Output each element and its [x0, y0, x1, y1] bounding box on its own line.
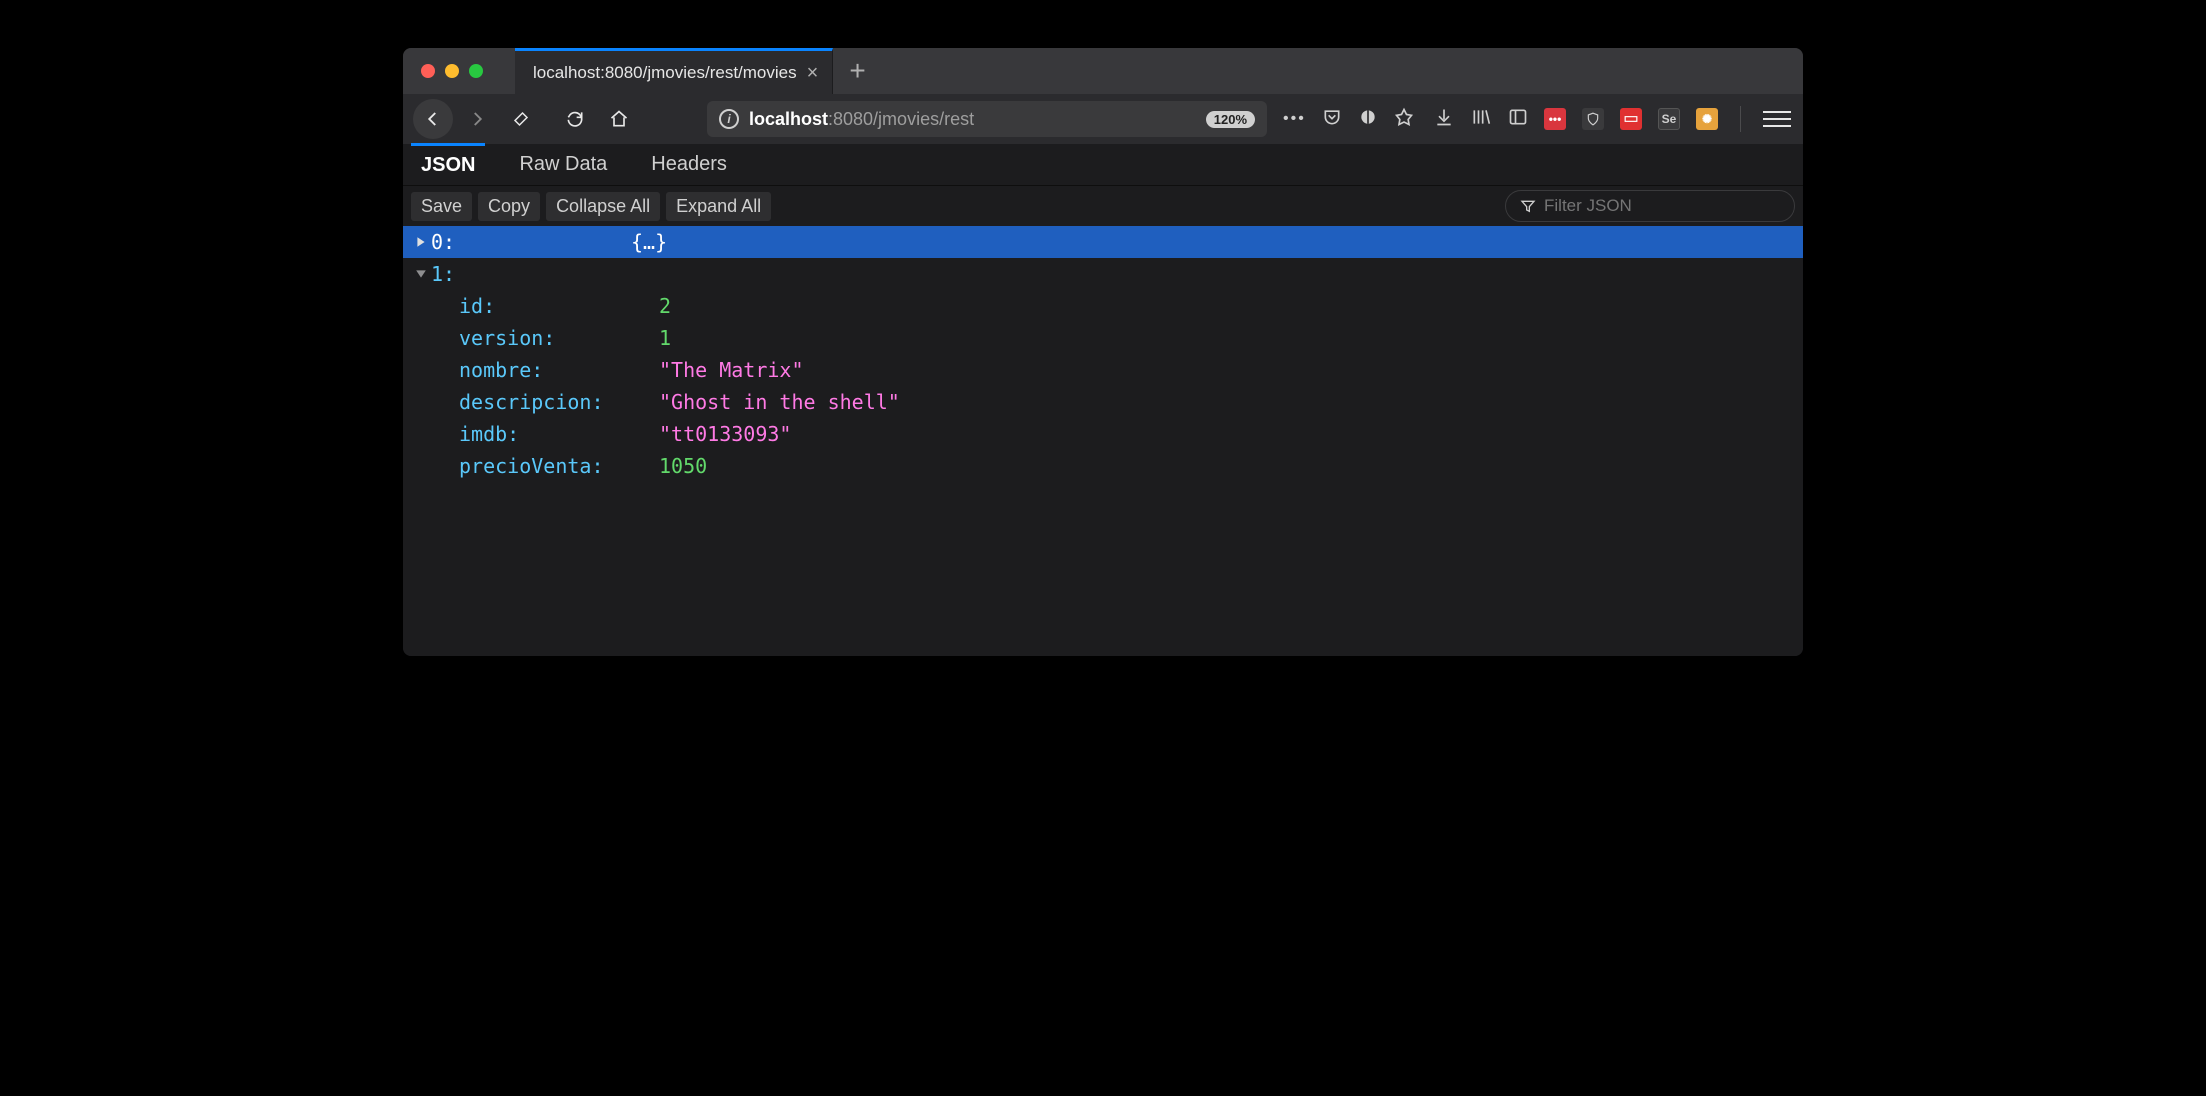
sidebar-icon[interactable] — [1508, 107, 1528, 132]
zoom-badge[interactable]: 120% — [1206, 111, 1255, 128]
json-field-descripcion[interactable]: descripcion: "Ghost in the shell" — [403, 386, 1803, 418]
extension-settings-icon[interactable]: ✺ — [1696, 108, 1718, 130]
downloads-icon[interactable] — [1434, 107, 1454, 132]
save-button[interactable]: Save — [411, 192, 472, 221]
json-field-id[interactable]: id: 2 — [403, 290, 1803, 322]
devtools-button[interactable] — [501, 99, 541, 139]
json-key: imdb: — [459, 418, 659, 450]
json-key: descripcion: — [459, 386, 659, 418]
reload-button[interactable] — [555, 99, 595, 139]
back-button[interactable] — [413, 99, 453, 139]
hamburger-menu[interactable] — [1763, 106, 1791, 132]
extension-lastpass-icon[interactable]: ••• — [1544, 108, 1566, 130]
json-row-0[interactable]: 0: {…} — [403, 226, 1803, 258]
json-field-nombre[interactable]: nombre: "The Matrix" — [403, 354, 1803, 386]
json-key: id: — [459, 290, 659, 322]
viewer-tabs: JSON Raw Data Headers — [403, 144, 1803, 186]
tab-strip: localhost:8080/jmovies/rest/movies × + — [403, 48, 1803, 94]
close-tab-icon[interactable]: × — [807, 63, 819, 83]
tab-headers[interactable]: Headers — [641, 145, 737, 184]
extension-selenium-icon[interactable]: Se — [1658, 108, 1680, 130]
json-field-imdb[interactable]: imdb: "tt0133093" — [403, 418, 1803, 450]
extension-ublock-icon[interactable] — [1582, 108, 1604, 130]
json-value: "The Matrix" — [659, 354, 804, 386]
json-value: "tt0133093" — [659, 418, 791, 450]
toolbar-divider — [1740, 106, 1741, 132]
filter-icon — [1520, 198, 1536, 214]
tab-rawdata[interactable]: Raw Data — [509, 145, 617, 184]
json-key: 0: — [431, 226, 631, 258]
twistie-expanded-icon[interactable] — [411, 268, 431, 280]
tab-json[interactable]: JSON — [411, 143, 485, 185]
home-button[interactable] — [599, 99, 639, 139]
json-field-precioVenta[interactable]: precioVenta: 1050 — [403, 450, 1803, 482]
library-icon[interactable] — [1470, 107, 1492, 132]
json-key: nombre: — [459, 354, 659, 386]
site-info-icon[interactable]: i — [719, 109, 739, 129]
more-icon[interactable]: ••• — [1283, 110, 1306, 128]
browser-tab[interactable]: localhost:8080/jmovies/rest/movies × — [515, 48, 833, 94]
json-collapsed-value: {…} — [631, 226, 667, 258]
bookmark-star-icon[interactable] — [1394, 107, 1414, 132]
toolbar-right: ••• Se ✺ — [1434, 106, 1791, 132]
json-value: 1 — [659, 322, 671, 354]
collapse-button[interactable]: Collapse All — [546, 192, 660, 221]
address-bar[interactable]: i localhost:8080/jmovies/rest 120% — [707, 101, 1267, 137]
json-body: 0: {…} 1: id: 2 version: 1 nombre: "The … — [403, 226, 1803, 656]
browser-toolbar: i localhost:8080/jmovies/rest 120% ••• — [403, 94, 1803, 144]
page-action-buttons: ••• — [1283, 107, 1414, 132]
filter-input[interactable] — [1544, 196, 1780, 216]
expand-button[interactable]: Expand All — [666, 192, 771, 221]
forward-button[interactable] — [457, 99, 497, 139]
filter-field[interactable] — [1505, 190, 1795, 222]
json-key: 1: — [431, 258, 631, 290]
close-window[interactable] — [421, 64, 435, 78]
tab-title: localhost:8080/jmovies/rest/movies — [533, 63, 797, 83]
viewer-actions: Save Copy Collapse All Expand All — [403, 186, 1803, 226]
url-host: localhost — [749, 109, 828, 129]
container-icon[interactable] — [1358, 107, 1378, 132]
pocket-icon[interactable] — [1322, 107, 1342, 132]
browser-window: localhost:8080/jmovies/rest/movies × + i… — [403, 48, 1803, 656]
new-tab-button[interactable]: + — [833, 57, 881, 85]
json-row-1[interactable]: 1: — [403, 258, 1803, 290]
json-value: 1050 — [659, 450, 707, 482]
extension-ruler-icon[interactable] — [1620, 108, 1642, 130]
json-key: precioVenta: — [459, 450, 659, 482]
minimize-window[interactable] — [445, 64, 459, 78]
copy-button[interactable]: Copy — [478, 192, 540, 221]
window-controls — [403, 64, 501, 78]
maximize-window[interactable] — [469, 64, 483, 78]
json-field-version[interactable]: version: 1 — [403, 322, 1803, 354]
twistie-collapsed-icon[interactable] — [411, 236, 431, 248]
url-path: :8080/jmovies/rest — [828, 109, 974, 129]
json-key: version: — [459, 322, 659, 354]
json-value: "Ghost in the shell" — [659, 386, 900, 418]
json-value: 2 — [659, 290, 671, 322]
